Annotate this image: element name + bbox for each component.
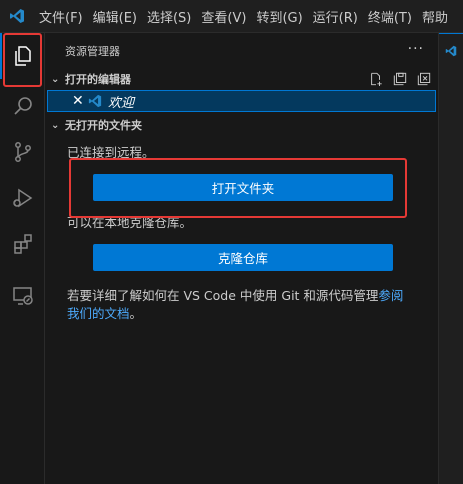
- close-icon[interactable]: ✕: [72, 93, 86, 109]
- no-folder-label: 无打开的文件夹: [65, 119, 142, 132]
- vscode-file-icon: [88, 94, 102, 108]
- explorer-button[interactable]: [0, 33, 45, 79]
- files-icon: [11, 44, 35, 68]
- sidebar-title: 资源管理器: [65, 44, 120, 58]
- no-folder-content: 已连接到远程。 打开文件夹 可以在本地克隆仓库。 克隆仓库 若要详细了解如何在 …: [45, 144, 438, 323]
- menu-selection[interactable]: 选择(S): [142, 0, 196, 33]
- active-indicator: [0, 33, 2, 79]
- connected-message: 已连接到远程。: [67, 145, 155, 160]
- menu-run[interactable]: 运行(R): [308, 0, 363, 33]
- source-control-icon: [11, 140, 35, 164]
- title-bar: 文件(F) 编辑(E) 选择(S) 查看(V) 转到(G) 运行(R) 终端(T…: [0, 0, 463, 33]
- menu-terminal[interactable]: 终端(T): [363, 0, 417, 33]
- welcome-tab[interactable]: [439, 33, 463, 68]
- search-icon: [11, 94, 35, 118]
- learn-more-prefix: 若要详细了解如何在 VS Code 中使用 Git 和源代码管理: [67, 288, 379, 303]
- remote-explorer-button[interactable]: [0, 273, 45, 319]
- source-control-button[interactable]: [0, 129, 45, 175]
- open-editors-actions: [368, 71, 432, 87]
- chevron-down-icon: ⌄: [51, 73, 60, 85]
- clone-message: 可以在本地克隆仓库。: [67, 215, 193, 230]
- close-all-icon[interactable]: [416, 71, 432, 87]
- open-editor-name: 欢迎: [108, 95, 135, 111]
- extensions-icon: [11, 232, 35, 256]
- learn-more-suffix: 。: [129, 306, 143, 321]
- sidebar-header: 资源管理器 ···: [45, 33, 438, 68]
- remote-explorer-icon: [11, 284, 35, 308]
- learn-more-text: 若要详细了解如何在 VS Code 中使用 Git 和源代码管理参阅我们的文档。: [67, 287, 419, 323]
- docs-link[interactable]: 参阅: [378, 288, 403, 303]
- run-debug-icon: [11, 186, 35, 210]
- docs-link-continued[interactable]: 我们的文档: [67, 306, 130, 321]
- menu-view[interactable]: 查看(V): [196, 0, 251, 33]
- vscode-logo-icon: [0, 0, 34, 33]
- open-editor-item[interactable]: ✕ 欢迎: [47, 90, 436, 112]
- menu-edit[interactable]: 编辑(E): [88, 0, 142, 33]
- clone-repository-button[interactable]: 克隆仓库: [93, 244, 393, 271]
- open-editors-section[interactable]: ⌄ 打开的编辑器: [45, 68, 438, 90]
- save-all-icon[interactable]: [392, 71, 408, 87]
- vscode-tab-icon: [445, 42, 457, 61]
- editor-area: [439, 33, 463, 484]
- new-untitled-file-icon[interactable]: [368, 71, 384, 87]
- menu-go[interactable]: 转到(G): [251, 0, 307, 33]
- open-folder-button[interactable]: 打开文件夹: [93, 174, 393, 201]
- extensions-button[interactable]: [0, 221, 45, 267]
- menu-file[interactable]: 文件(F): [34, 0, 88, 33]
- menu-help[interactable]: 帮助: [417, 0, 453, 33]
- no-folder-section[interactable]: ⌄ 无打开的文件夹: [45, 114, 438, 136]
- search-button[interactable]: [0, 83, 45, 129]
- run-debug-button[interactable]: [0, 175, 45, 221]
- more-actions-icon[interactable]: ···: [408, 41, 424, 57]
- chevron-down-icon: ⌄: [51, 119, 60, 131]
- activity-bar: [0, 33, 45, 484]
- explorer-sidebar: 资源管理器 ··· ⌄ 打开的编辑器 ✕ 欢迎 ⌄ 无打开的文件夹 已连接到远程…: [45, 33, 439, 484]
- open-editors-label: 打开的编辑器: [65, 73, 131, 86]
